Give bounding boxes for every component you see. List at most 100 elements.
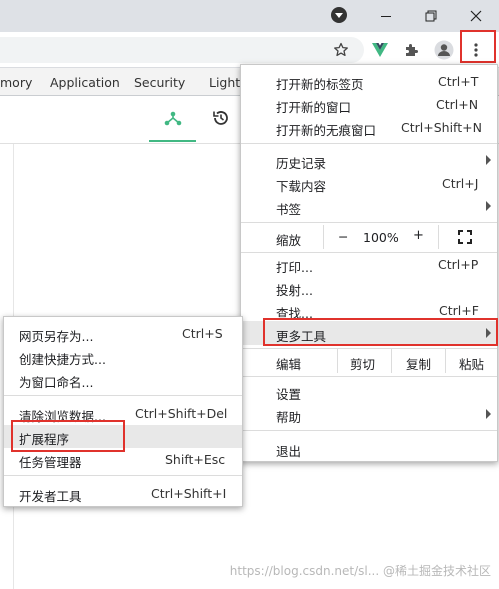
more-tools-submenu: 网页另存为... Ctrl+S 创建快捷方式... 为窗口命名... 清除浏览数据…: [3, 316, 243, 507]
menu-item-label: 创建快捷方式...: [19, 352, 106, 367]
title-bar: [0, 0, 499, 32]
menu-item-more-tools[interactable]: 更多工具: [241, 321, 497, 345]
menu-item-shortcut: Ctrl+P: [438, 257, 479, 272]
menu-item-find[interactable]: 查找... Ctrl+F: [241, 299, 497, 322]
menu-item-zoom: 缩放 − 100% +: [241, 225, 497, 249]
menu-divider: [4, 395, 242, 396]
paste-button[interactable]: 粘贴: [445, 349, 497, 373]
menu-item-label: 历史记录: [276, 156, 327, 171]
timeline-tab[interactable]: [205, 96, 237, 142]
menu-divider: [241, 430, 497, 431]
menu-item-label: 下载内容: [276, 179, 327, 194]
chrome-menu-button[interactable]: [463, 38, 489, 62]
menu-item-shortcut: Ctrl+S: [182, 326, 223, 341]
close-button[interactable]: [453, 0, 499, 32]
menu-item-shortcut: Ctrl+T: [438, 74, 479, 89]
minimize-icon: [381, 15, 391, 17]
menu-item-label: 书签: [276, 202, 302, 217]
puzzle-icon: [406, 44, 418, 56]
zoom-in-button[interactable]: +: [401, 225, 439, 249]
bookmark-star-button[interactable]: [328, 38, 354, 62]
minimize-button[interactable]: [363, 0, 409, 32]
menu-item-label: 帮助: [276, 410, 302, 425]
menu-item-history[interactable]: 历史记录: [241, 149, 497, 172]
vue-devtools-extension-button[interactable]: [367, 38, 393, 62]
component-tree-icon: [164, 111, 182, 126]
menu-item-label: 网页另存为...: [19, 329, 94, 344]
paste-label: 粘贴: [459, 357, 485, 372]
menu-item-shortcut: Ctrl+N: [436, 97, 479, 112]
menu-item-developer-tools[interactable]: 开发者工具 Ctrl+Shift+I: [4, 482, 242, 505]
menu-item-label: 打开新的无痕窗口: [276, 123, 377, 138]
menu-item-name-window[interactable]: 为窗口命名...: [4, 368, 242, 391]
menu-divider: [241, 222, 497, 223]
profile-button[interactable]: [431, 38, 457, 62]
copy-button[interactable]: 复制: [391, 349, 445, 373]
menu-item-label: 打开新的窗口: [276, 100, 352, 115]
history-icon: [213, 111, 228, 125]
menu-item-exit[interactable]: 退出: [241, 437, 497, 460]
menu-item-new-window[interactable]: 打开新的窗口 Ctrl+N: [241, 93, 497, 116]
menu-divider: [241, 376, 497, 377]
menu-item-create-shortcut[interactable]: 创建快捷方式...: [4, 345, 242, 368]
fullscreen-icon: [458, 230, 472, 244]
menu-item-save-page-as[interactable]: 网页另存为... Ctrl+S: [4, 322, 242, 345]
address-bar[interactable]: [0, 37, 364, 63]
menu-item-clear-browsing-data[interactable]: 清除浏览数据... Ctrl+Shift+Del: [4, 402, 242, 425]
menu-item-new-tab[interactable]: 打开新的标签页 Ctrl+T: [241, 70, 497, 93]
menu-item-label: 任务管理器: [19, 455, 82, 470]
zoom-out-button[interactable]: −: [323, 225, 359, 249]
menu-item-label: 打印...: [276, 260, 313, 275]
menu-item-label: 扩展程序: [19, 432, 70, 447]
copy-label: 复制: [406, 357, 432, 372]
tab-memory[interactable]: mory: [0, 75, 32, 90]
restore-button[interactable]: [408, 0, 454, 32]
menu-item-shortcut: Ctrl+F: [439, 303, 479, 318]
menu-item-print[interactable]: 打印... Ctrl+P: [241, 253, 497, 276]
cut-button[interactable]: 剪切: [337, 349, 391, 373]
menu-item-label: 退出: [276, 444, 302, 459]
menu-item-label: 设置: [276, 387, 302, 402]
minus-icon: −: [338, 229, 349, 244]
watermark-text: https://blog.csdn.net/sl... @稀土掘金技术社区: [229, 564, 491, 578]
plus-icon: +: [413, 228, 424, 243]
tab-application[interactable]: Application: [50, 75, 120, 90]
tab-security[interactable]: Security: [134, 75, 185, 90]
submenu-arrow-icon: [486, 201, 491, 211]
menu-item-label: 查找...: [276, 306, 313, 321]
menu-item-edit: 编辑 剪切 复制 粘贴: [241, 349, 497, 373]
menu-item-label: 缩放: [276, 233, 302, 248]
menu-divider: [241, 143, 497, 144]
menu-item-help[interactable]: 帮助: [241, 403, 497, 426]
menu-item-label: 编辑: [276, 357, 302, 372]
extensions-button[interactable]: [399, 38, 425, 62]
menu-item-downloads[interactable]: 下载内容 Ctrl+J: [241, 172, 497, 195]
menu-item-settings[interactable]: 设置: [241, 380, 497, 403]
menu-item-bookmarks[interactable]: 书签: [241, 195, 497, 218]
profile-dropdown-icon[interactable]: [331, 7, 347, 23]
avatar-icon: [434, 40, 454, 60]
restore-icon: [425, 10, 437, 22]
menu-item-extensions[interactable]: 扩展程序: [4, 425, 242, 448]
menu-item-label: 开发者工具: [19, 489, 82, 504]
component-tree-tab[interactable]: [149, 96, 196, 142]
chrome-main-menu: 打开新的标签页 Ctrl+T 打开新的窗口 Ctrl+N 打开新的无痕窗口 Ctrl+…: [240, 64, 498, 462]
menu-item-shortcut: Ctrl+J: [442, 176, 479, 191]
menu-divider: [4, 475, 242, 476]
close-icon: [470, 10, 482, 22]
fullscreen-button[interactable]: [447, 227, 477, 247]
menu-item-shortcut: Ctrl+Shift+N: [401, 120, 482, 135]
menu-item-cast[interactable]: 投射...: [241, 276, 497, 299]
menu-item-task-manager[interactable]: 任务管理器 Shift+Esc: [4, 448, 242, 471]
vue-icon: [372, 43, 388, 57]
menu-item-new-incognito-window[interactable]: 打开新的无痕窗口 Ctrl+Shift+N: [241, 116, 497, 139]
menu-item-label: 清除浏览数据...: [19, 409, 106, 424]
menu-item-shortcut: Shift+Esc: [165, 452, 226, 467]
submenu-arrow-icon: [486, 155, 491, 165]
submenu-arrow-icon: [486, 328, 491, 338]
menu-item-shortcut: Ctrl+Shift+Del: [135, 406, 228, 421]
zoom-level-value: 100%: [363, 230, 399, 245]
menu-item-label: 更多工具: [276, 329, 327, 344]
menu-item-shortcut: Ctrl+Shift+I: [151, 486, 227, 501]
star-icon: [334, 42, 348, 57]
